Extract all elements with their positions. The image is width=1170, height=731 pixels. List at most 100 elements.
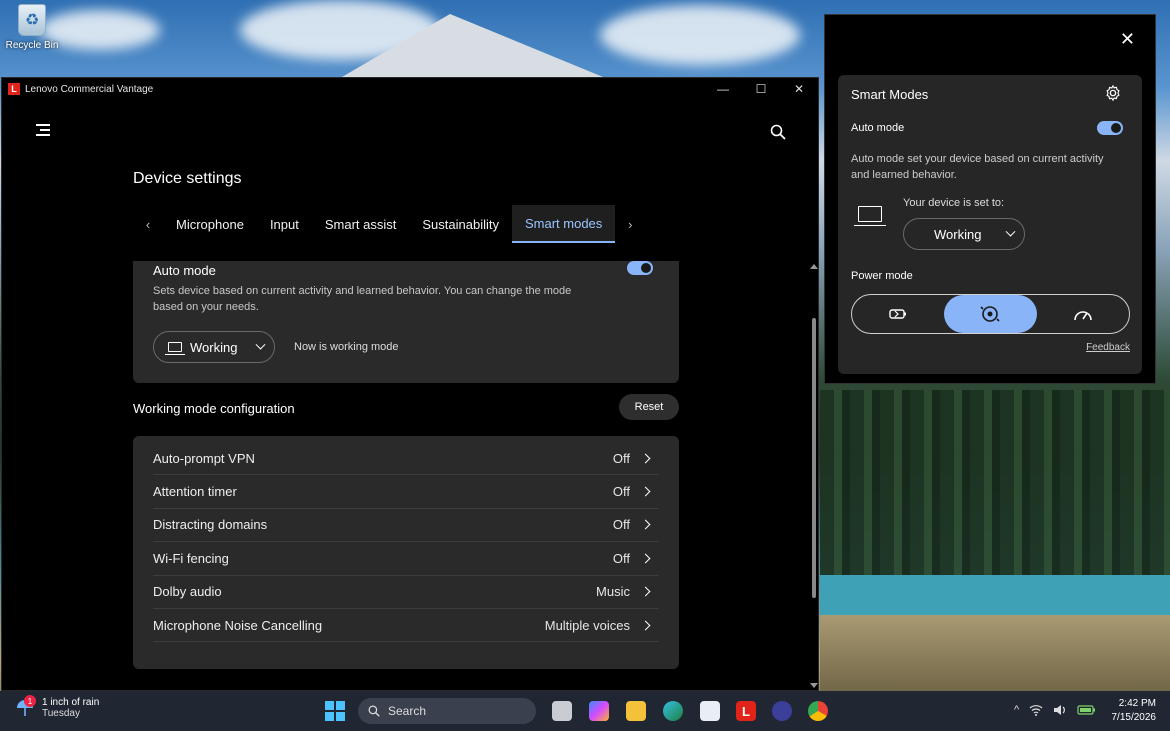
- weather-day: Tuesday: [42, 708, 80, 719]
- tab-input[interactable]: Input: [257, 205, 312, 243]
- recycle-bin[interactable]: Recycle Bin: [4, 4, 60, 51]
- battery-saver-icon: [889, 309, 907, 319]
- mode-dropdown-value: Working: [190, 339, 238, 355]
- list-item-distracting-domains[interactable]: Distracting domains Off: [153, 509, 659, 543]
- task-view-icon[interactable]: [552, 701, 572, 721]
- row-value: Multiple voices: [544, 617, 630, 633]
- smart-modes-card: Smart Modes Auto mode Auto mode set your…: [838, 75, 1142, 374]
- umbrella-icon: 1: [14, 695, 36, 719]
- taskbar-clock[interactable]: 2:42 PM 7/15/2026: [1108, 697, 1157, 725]
- working-config-list: Auto-prompt VPN Off Attention timer Off …: [133, 436, 679, 669]
- tray-overflow-chevron-icon[interactable]: ^: [1014, 704, 1019, 719]
- feedback-link[interactable]: Feedback: [1086, 342, 1130, 353]
- device-set-to-label: Your device is set to:: [903, 197, 1005, 209]
- app-icon[interactable]: [772, 701, 792, 721]
- scroll-up-icon[interactable]: [810, 264, 818, 269]
- clock-time: 2:42 PM: [1118, 698, 1156, 709]
- power-performance-button[interactable]: [1037, 295, 1129, 333]
- store-icon[interactable]: [700, 701, 720, 721]
- settings-content: Auto mode Sets device based on current a…: [133, 261, 681, 691]
- tab-microphone[interactable]: Microphone: [163, 205, 257, 243]
- working-config-title: Working mode configuration: [133, 401, 295, 416]
- scrollbar-thumb[interactable]: [812, 318, 816, 598]
- weather-badge: 1: [24, 695, 36, 707]
- auto-mode-title: Auto mode: [153, 263, 216, 278]
- chevron-right-icon: [640, 586, 651, 597]
- row-label: Auto-prompt VPN: [153, 450, 255, 466]
- flyout-close-button[interactable]: ✕: [1120, 29, 1135, 50]
- taskbar-search[interactable]: Search: [358, 698, 536, 724]
- flyout-mode-value: Working: [934, 226, 982, 242]
- chevron-right-icon: [640, 620, 651, 631]
- chevron-right-icon: [640, 453, 651, 464]
- wifi-icon[interactable]: [1029, 704, 1043, 719]
- tabs-prev-button[interactable]: ‹: [133, 217, 163, 232]
- list-item-dolby-audio[interactable]: Dolby audio Music: [153, 576, 659, 609]
- row-value: Off: [612, 450, 630, 466]
- row-value: Off: [612, 517, 630, 533]
- row-value: Music: [596, 584, 630, 600]
- tab-smart-assist[interactable]: Smart assist: [312, 205, 410, 243]
- scroll-down-icon[interactable]: [810, 683, 818, 688]
- list-item-wifi-fencing[interactable]: Wi-Fi fencing Off: [153, 542, 659, 576]
- chevron-right-icon: [640, 553, 651, 564]
- flyout-description: Auto mode set your device based on curre…: [851, 153, 1104, 181]
- chrome-icon[interactable]: [808, 701, 828, 721]
- menu-icon[interactable]: [36, 124, 52, 138]
- row-value: Off: [612, 550, 630, 566]
- volume-icon[interactable]: [1053, 704, 1067, 719]
- edge-icon[interactable]: [663, 701, 683, 721]
- tab-smart-modes[interactable]: Smart modes: [511, 205, 616, 243]
- performance-gauge-icon: [1074, 311, 1092, 321]
- weather-text: 1 inch of rain: [42, 697, 100, 708]
- m365-icon[interactable]: [589, 701, 609, 721]
- auto-mode-card: Auto mode Sets device based on current a…: [133, 261, 679, 383]
- power-balanced-button[interactable]: [944, 295, 1037, 333]
- search-icon: [368, 705, 380, 717]
- taskbar: 1 1 inch of rain Tuesday Search L ^ 2:42…: [0, 691, 1170, 731]
- flyout-title: Smart Modes: [851, 87, 929, 102]
- file-explorer-icon[interactable]: [626, 701, 646, 721]
- settings-tabs: ‹ Microphone Input Smart assist Sustaina…: [133, 204, 645, 244]
- lenovo-logo-icon: L: [8, 83, 20, 95]
- search-icon[interactable]: [770, 124, 786, 140]
- row-label: Dolby audio: [153, 584, 222, 600]
- title-bar[interactable]: L Lenovo Commercial Vantage — ☐ ✕: [2, 78, 818, 100]
- list-item-mic-noise-cancelling[interactable]: Microphone Noise Cancelling Multiple voi…: [153, 609, 659, 643]
- content-scrollbar[interactable]: [810, 262, 818, 690]
- power-mode-label: Power mode: [851, 270, 913, 282]
- taskbar-search-placeholder: Search: [388, 704, 427, 718]
- row-label: Wi-Fi fencing: [153, 550, 229, 566]
- list-item-auto-prompt-vpn[interactable]: Auto-prompt VPN Off: [153, 442, 659, 476]
- lenovo-vantage-taskbar-icon[interactable]: L: [736, 701, 756, 721]
- mode-dropdown[interactable]: Working: [153, 331, 275, 363]
- balanced-mode-icon: [980, 306, 1001, 322]
- chevron-down-icon: [255, 339, 266, 350]
- power-battery-saver-button[interactable]: [852, 295, 944, 333]
- reset-button[interactable]: Reset: [619, 394, 679, 420]
- chevron-right-icon: [640, 486, 651, 497]
- weather-widget[interactable]: 1 1 inch of rain Tuesday: [14, 695, 100, 719]
- tab-sustainability[interactable]: Sustainability: [409, 205, 512, 243]
- row-label: Attention timer: [153, 484, 237, 500]
- tabs-next-button[interactable]: ›: [615, 217, 645, 232]
- list-item-attention-timer[interactable]: Attention timer Off: [153, 475, 659, 509]
- close-button[interactable]: ✕: [780, 82, 818, 96]
- flyout-mode-dropdown[interactable]: Working: [903, 218, 1025, 250]
- maximize-button[interactable]: ☐: [742, 82, 780, 96]
- power-mode-selector: [851, 294, 1130, 334]
- mode-status-text: Now is working mode: [294, 341, 399, 353]
- battery-icon[interactable]: [1077, 704, 1097, 719]
- start-button[interactable]: [325, 701, 345, 721]
- chevron-right-icon: [640, 520, 651, 530]
- row-label: Microphone Noise Cancelling: [153, 617, 323, 633]
- minimize-button[interactable]: —: [704, 82, 742, 96]
- gear-icon[interactable]: [1104, 84, 1122, 102]
- page-title: Device settings: [133, 170, 242, 187]
- row-value: Off: [612, 484, 630, 500]
- clock-date: 7/15/2026: [1111, 712, 1157, 723]
- auto-mode-description: Sets device based on current activity an…: [153, 285, 572, 313]
- auto-mode-toggle[interactable]: [627, 261, 653, 275]
- flyout-auto-mode-toggle[interactable]: [1097, 121, 1123, 135]
- chevron-down-icon: [1005, 226, 1016, 237]
